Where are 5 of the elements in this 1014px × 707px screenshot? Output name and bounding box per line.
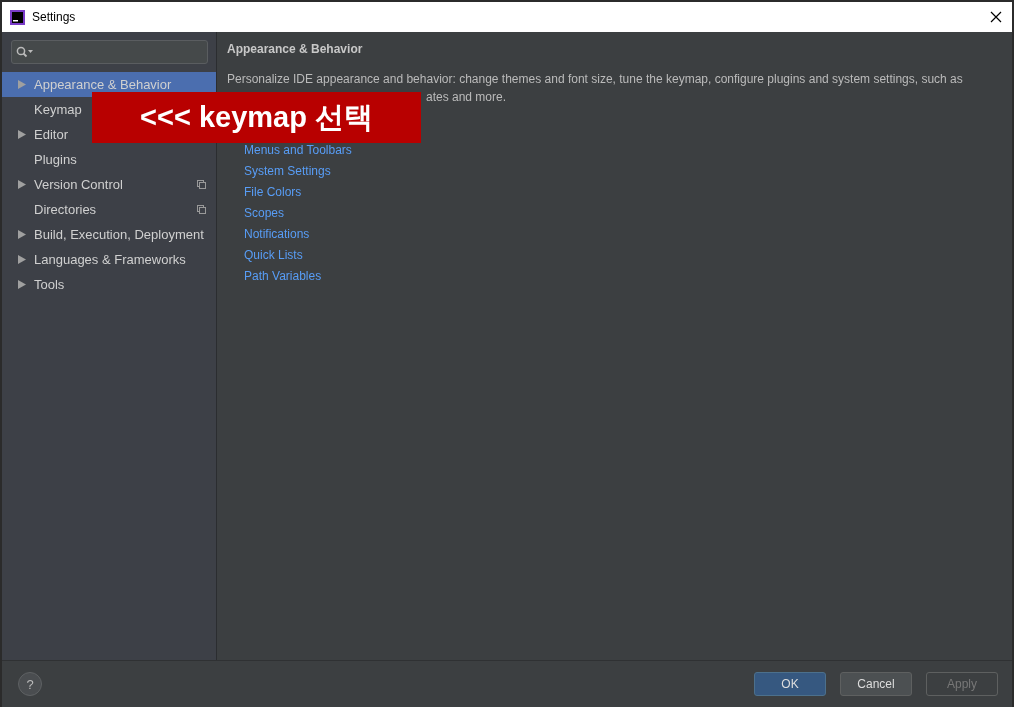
section-title: Appearance & Behavior	[227, 42, 364, 56]
window-title: Settings	[32, 10, 77, 24]
annotation-tooltip: <<< keymap 선택	[92, 92, 421, 143]
description-text: ates and more.	[425, 89, 508, 106]
description-text: Personalize IDE appearance and behavior: change themes and font size, tune the keymap, configure plugins and system settings, such as	[227, 71, 964, 88]
